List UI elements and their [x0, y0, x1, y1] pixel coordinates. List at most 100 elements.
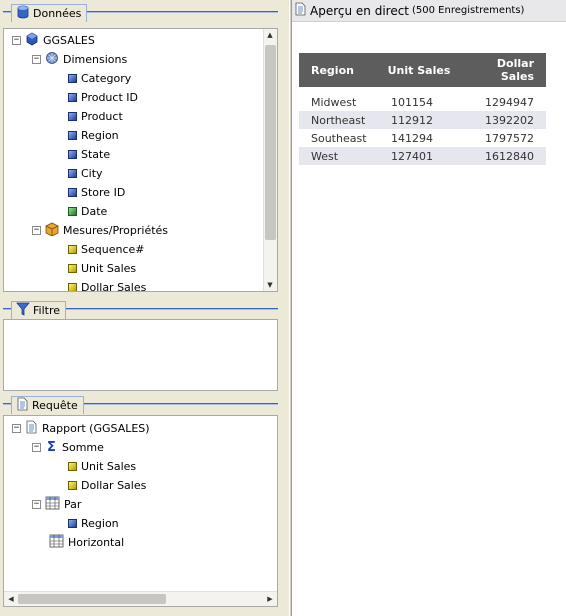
dimension-icon — [68, 73, 77, 83]
tree-node-dimension[interactable]: Region — [68, 126, 119, 144]
tree-node-label: Store ID — [81, 185, 126, 199]
tree-node-label: Horizontal — [68, 535, 125, 549]
scroll-up-icon[interactable]: ▲ — [264, 31, 276, 39]
collapse-toggle[interactable]: − — [12, 35, 21, 45]
cell-unit-sales: 141294 — [391, 131, 433, 145]
sigma-icon: Σ — [47, 439, 56, 455]
cell-dollar-sales: 1612840 — [459, 147, 546, 165]
tree-node-label: Dimensions — [63, 52, 128, 66]
scroll-down-icon[interactable]: ▼ — [264, 281, 276, 289]
dimension-icon — [68, 92, 77, 102]
collapse-toggle[interactable]: − — [32, 225, 41, 235]
dimension-icon — [68, 187, 77, 197]
collapse-toggle[interactable]: − — [12, 423, 21, 433]
tree-node-dimensions[interactable]: − Dimensions — [32, 50, 127, 68]
requete-panel: Requête − Rapport (GGSALES) − Σ Somme Un… — [3, 394, 278, 607]
cell-region: Midwest — [311, 95, 357, 109]
collapse-toggle[interactable]: − — [32, 54, 41, 64]
column-header-dollar-sales[interactable]: Dollar Sales — [459, 53, 546, 87]
dimension-icon — [68, 206, 77, 216]
scroll-left-icon[interactable]: ◀ — [5, 595, 17, 603]
donnees-panel: Données − GGSALES − Dimensions − Mesures… — [3, 2, 278, 292]
tree-node-dimension[interactable]: Store ID — [68, 183, 125, 201]
tree-node-somme[interactable]: − Σ Somme — [32, 438, 104, 456]
tree-node-label: State — [81, 147, 111, 161]
cell-dollar-sales: 1797572 — [485, 131, 534, 145]
box-icon — [45, 222, 59, 239]
tree-node-label: Rapport (GGSALES) — [42, 421, 150, 435]
requete-tree-box: − Rapport (GGSALES) − Σ Somme Unit Sales… — [3, 415, 278, 607]
tree-node-measure[interactable]: Dollar Sales — [68, 278, 146, 291]
measure-icon — [68, 282, 77, 291]
requete-title: Requête — [32, 399, 78, 412]
preview-pane: Aperçu en direct (500 Enregistrements) R… — [292, 0, 566, 616]
record-count: (500 Enregistrements) — [412, 5, 525, 16]
data-tree: − GGSALES − Dimensions − Mesures/Proprié… — [4, 29, 263, 291]
tree-node-label: Product — [81, 109, 123, 123]
tree-node-label: City — [81, 166, 103, 180]
filtre-tab[interactable]: Filtre — [11, 301, 67, 319]
measure-icon — [68, 480, 77, 490]
dimension-icon — [68, 130, 77, 140]
collapse-toggle[interactable]: − — [32, 499, 41, 509]
requete-tab[interactable]: Requête — [11, 396, 84, 414]
tree-node-dimension[interactable]: Category — [68, 69, 131, 87]
collapse-toggle[interactable]: − — [32, 442, 41, 452]
scrollbar-thumb[interactable] — [265, 45, 276, 240]
document-icon — [16, 397, 29, 414]
preview-table: Region Unit Sales Dollar Sales Midwest 1… — [299, 53, 546, 165]
filtre-box[interactable] — [3, 319, 278, 391]
tree-node-ggsales[interactable]: − GGSALES — [12, 31, 95, 49]
tree-node-label: Somme — [62, 440, 104, 454]
query-tree: − Rapport (GGSALES) − Σ Somme Unit Sales… — [4, 416, 277, 591]
tree-node-measure[interactable]: Dollar Sales — [68, 476, 146, 494]
cell-region: Southeast — [311, 131, 367, 145]
cell-dollar-sales: 1294947 — [485, 95, 534, 109]
table-row: Northeast 112912 1392202 — [299, 111, 546, 129]
tree-node-dimension[interactable]: Date — [68, 202, 107, 220]
tree-node-label: Mesures/Propriétés — [63, 223, 169, 237]
tree-node-dimension[interactable]: Product ID — [68, 88, 138, 106]
tree-node-horizontal[interactable]: Horizontal — [49, 533, 124, 551]
dimension-icon — [68, 149, 77, 159]
vertical-scrollbar[interactable]: ▲ ▼ — [263, 29, 277, 291]
scrollbar-thumb[interactable] — [18, 594, 166, 604]
cell-dollar-sales: 1392202 — [459, 111, 546, 129]
tree-node-rapport[interactable]: − Rapport (GGSALES) — [12, 419, 150, 437]
tree-node-label: Product ID — [81, 90, 138, 104]
tree-node-label: GGSALES — [43, 33, 95, 47]
filtre-panel: Filtre — [3, 299, 278, 391]
tree-node-dimension[interactable]: State — [68, 145, 110, 163]
table-grid-icon — [49, 534, 64, 551]
tree-node-dimension[interactable]: Region — [68, 514, 119, 532]
donnees-tree-box: − GGSALES − Dimensions − Mesures/Proprié… — [3, 28, 278, 292]
preview-header: Aperçu en direct (500 Enregistrements) — [292, 0, 566, 22]
dimension-icon — [68, 111, 77, 121]
column-header-region[interactable]: Region — [299, 53, 379, 87]
dimensions-icon — [45, 51, 59, 68]
document-icon — [294, 2, 307, 19]
table-grid-icon — [45, 496, 60, 513]
tree-node-label: Par — [64, 497, 82, 511]
tree-node-measures[interactable]: − Mesures/Propriétés — [32, 221, 168, 239]
left-pane: Données − GGSALES − Dimensions − Mesures… — [0, 0, 289, 616]
donnees-tab[interactable]: Données — [11, 4, 88, 22]
cell-region: Northeast — [299, 111, 379, 129]
report-icon — [25, 420, 38, 437]
tree-node-dimension[interactable]: Product — [68, 107, 123, 125]
tree-node-label: Region — [81, 516, 119, 530]
cell-unit-sales: 112912 — [379, 111, 459, 129]
tree-node-measure[interactable]: Sequence# — [68, 240, 144, 258]
tree-node-label: Dollar Sales — [81, 478, 147, 492]
database-icon — [16, 5, 30, 22]
tree-node-dimension[interactable]: City — [68, 164, 103, 182]
tree-node-par[interactable]: − Par — [32, 495, 81, 513]
tree-node-measure[interactable]: Unit Sales — [68, 259, 136, 277]
scroll-right-icon[interactable]: ▶ — [264, 595, 276, 603]
donnees-title: Données — [33, 7, 82, 20]
cell-region: West — [299, 147, 379, 165]
tree-node-measure[interactable]: Unit Sales — [68, 457, 136, 475]
filtre-title: Filtre — [33, 304, 61, 317]
horizontal-scrollbar[interactable]: ◀ ▶ — [4, 591, 277, 606]
column-header-unit-sales[interactable]: Unit Sales — [379, 53, 459, 87]
